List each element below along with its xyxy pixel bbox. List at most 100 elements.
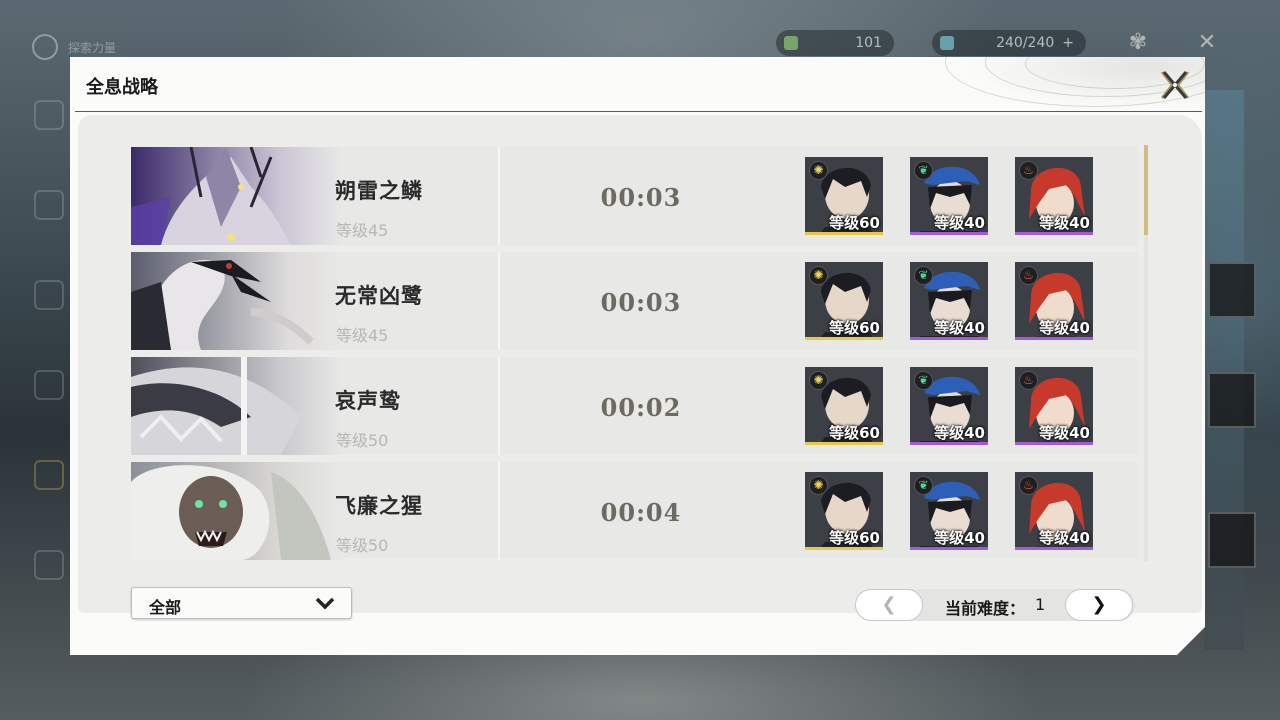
- character-level: 等级40: [1039, 214, 1090, 232]
- character-level: 等级60: [829, 319, 880, 337]
- team-member-2[interactable]: ❦ 等级40: [910, 262, 988, 340]
- character-level: 等级60: [829, 529, 880, 547]
- rarity-bar: [1015, 442, 1093, 445]
- strategy-row[interactable]: 飞廉之猩 等级50 00:04 ✺ 等级60 ❦ 等级40 ♨ 等级40: [131, 462, 1138, 560]
- panel-header: 全息战略: [70, 57, 1205, 112]
- team-member-3[interactable]: ♨ 等级40: [1015, 157, 1093, 235]
- boss-portrait-mourning-aix: [131, 357, 341, 455]
- boss-portrait-heron: [131, 252, 341, 350]
- boss-name: 无常凶鹭: [335, 284, 423, 308]
- rarity-bar: [910, 442, 988, 445]
- rarity-bar: [805, 442, 883, 445]
- boss-level: 等级45: [336, 326, 389, 345]
- clear-time: 00:03: [600, 183, 682, 212]
- strategy-row[interactable]: 朔雷之鳞 等级45 00:03 ✺ 等级60 ❦ 等级40 ♨ 等级40: [131, 147, 1138, 245]
- boss-level: 等级50: [336, 431, 389, 450]
- spectro-element-icon: ✺: [809, 476, 828, 495]
- filter-dropdown[interactable]: 全部: [131, 587, 352, 619]
- background-hud-left: 探索力量: [32, 34, 116, 60]
- character-level: 等级40: [1039, 529, 1090, 547]
- clear-time: 00:02: [600, 393, 682, 422]
- close-button[interactable]: [1158, 68, 1192, 102]
- background-stamina-value: 101: [855, 35, 882, 51]
- clear-time: 00:04: [600, 498, 682, 527]
- rarity-bar: [910, 232, 988, 235]
- background-stamina-pill: 101: [776, 30, 894, 56]
- boss-level: 等级50: [336, 536, 389, 555]
- team-member-1[interactable]: ✺ 等级60: [805, 367, 883, 445]
- next-difficulty-button[interactable]: ❯: [1065, 589, 1133, 621]
- team-member-2[interactable]: ❦ 等级40: [910, 472, 988, 550]
- rarity-bar: [1015, 232, 1093, 235]
- row-divider: [498, 357, 500, 455]
- spectro-element-icon: ✺: [809, 266, 828, 285]
- aero-element-icon: ❦: [914, 371, 933, 390]
- background-sidebar-icon-5: [34, 460, 64, 490]
- team-member-1[interactable]: ✺ 等级60: [805, 262, 883, 340]
- aero-element-icon: ❦: [914, 266, 933, 285]
- team-member-1[interactable]: ✺ 等级60: [805, 472, 883, 550]
- background-sidebar-icon-1: [34, 100, 64, 130]
- character-level: 等级40: [934, 424, 985, 442]
- boss-portrait-ape: [131, 462, 341, 560]
- spectro-element-icon: ✺: [809, 371, 828, 390]
- previous-difficulty-button[interactable]: ❮: [855, 589, 923, 621]
- strategy-row[interactable]: 无常凶鹭 等级45 00:03 ✺ 等级60 ❦ 等级40 ♨ 等级40: [131, 252, 1138, 350]
- background-card-1: [1208, 262, 1256, 318]
- team-member-2[interactable]: ❦ 等级40: [910, 367, 988, 445]
- fusion-element-icon: ♨: [1019, 266, 1038, 285]
- background-hud-label: 探索力量: [68, 40, 117, 55]
- boss-name: 飞廉之猩: [335, 494, 423, 518]
- chevron-down-icon: [315, 596, 335, 615]
- character-level: 等级40: [1039, 319, 1090, 337]
- boss-level: 等级45: [336, 221, 389, 240]
- aero-element-icon: ❦: [914, 161, 933, 180]
- difficulty-value: 1: [1035, 595, 1046, 614]
- row-divider: [498, 462, 500, 560]
- character-level: 等级40: [934, 214, 985, 232]
- strategy-row[interactable]: 哀声鸷 等级50 00:02 ✺ 等级60 ❦ 等级40 ♨ 等级40: [131, 357, 1138, 455]
- background-sidebar-icon-4: [34, 370, 64, 400]
- background-currency-value: 240/240: [996, 35, 1055, 51]
- difficulty-label: 当前难度：: [945, 599, 1026, 618]
- stamina-icon: [784, 36, 798, 50]
- rarity-bar: [1015, 337, 1093, 340]
- background-sidebar-icon-2: [34, 190, 64, 220]
- rarity-bar: [805, 337, 883, 340]
- clear-time: 00:03: [600, 288, 682, 317]
- character-level: 等级60: [829, 214, 880, 232]
- aero-element-icon: ❦: [914, 476, 933, 495]
- character-level: 等级60: [829, 424, 880, 442]
- background-card-2: [1208, 372, 1256, 428]
- rarity-bar: [805, 232, 883, 235]
- rarity-bar: [805, 547, 883, 550]
- boss-name: 朔雷之鳞: [335, 179, 423, 203]
- fusion-element-icon: ♨: [1019, 371, 1038, 390]
- team-member-3[interactable]: ♨ 等级40: [1015, 367, 1093, 445]
- holographic-strategy-panel: 全息战略 朔雷之鳞 等级45 00:03 ✺ 等级60 ❦ 等级40 ♨ 等级4…: [70, 57, 1205, 655]
- background-currency-plus: +: [1062, 35, 1074, 51]
- team-member-1[interactable]: ✺ 等级60: [805, 157, 883, 235]
- character-level: 等级40: [934, 319, 985, 337]
- row-divider: [498, 147, 500, 245]
- list-scrollbar-thumb[interactable]: [1144, 145, 1148, 235]
- background-sidebar-icon-6: [34, 550, 64, 580]
- background-card-3: [1208, 512, 1256, 568]
- fusion-element-icon: ♨: [1019, 161, 1038, 180]
- background-sidebar-icon-3: [34, 280, 64, 310]
- team-member-3[interactable]: ♨ 等级40: [1015, 262, 1093, 340]
- character-level: 等级40: [1039, 424, 1090, 442]
- row-divider: [498, 252, 500, 350]
- background-settings-icon: ✾: [1128, 30, 1148, 55]
- explore-icon: [32, 34, 58, 60]
- rarity-bar: [910, 547, 988, 550]
- team-member-3[interactable]: ♨ 等级40: [1015, 472, 1093, 550]
- panel-title: 全息战略: [86, 77, 158, 98]
- difficulty-pager: ❮ 当前难度： 1 ❯: [855, 589, 1135, 621]
- character-level: 等级40: [934, 529, 985, 547]
- close-x-icon: [1161, 71, 1189, 99]
- currency-icon: [940, 36, 954, 50]
- background-currency-pill: 240/240 +: [932, 30, 1086, 56]
- boss-portrait-thunder-scale: [131, 147, 341, 245]
- team-member-2[interactable]: ❦ 等级40: [910, 157, 988, 235]
